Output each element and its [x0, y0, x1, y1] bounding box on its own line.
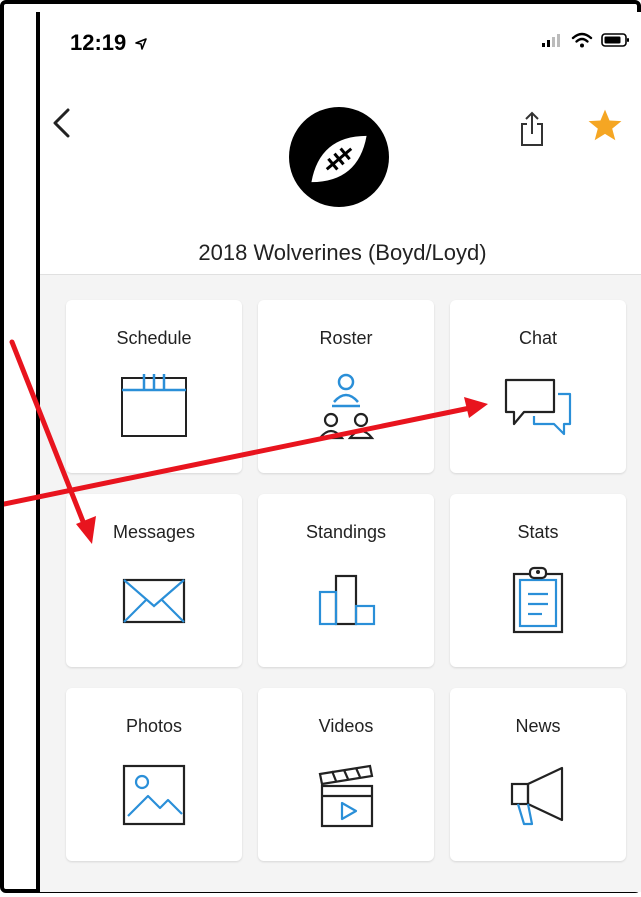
- tile-videos[interactable]: Videos: [258, 688, 434, 861]
- tile-standings[interactable]: Standings: [258, 494, 434, 667]
- back-chevron-icon[interactable]: [48, 106, 74, 140]
- tile-label-schedule: Schedule: [116, 328, 192, 348]
- tile-label-roster: Roster: [319, 328, 373, 348]
- team-name: 2018 Wolverines (Boyd/Loyd): [198, 240, 487, 265]
- tile-schedule[interactable]: Schedule: [66, 300, 242, 473]
- roster-icon: [317, 373, 375, 440]
- signal-icon: [542, 34, 560, 47]
- tile-label-chat: Chat: [518, 328, 558, 348]
- status-time: 12:19: [70, 30, 148, 56]
- share-icon[interactable]: [518, 110, 546, 148]
- tile-label-photos: Photos: [125, 716, 183, 736]
- tile-messages[interactable]: Messages: [66, 494, 242, 667]
- football-icon: [311, 135, 367, 183]
- team-logo: [289, 107, 389, 207]
- tile-label-videos: Videos: [318, 716, 374, 736]
- team-header: 12:19 2018 Wolverines (Boyd/Loyd): [40, 12, 641, 275]
- wifi-icon: [571, 32, 593, 48]
- status-icons: [541, 32, 631, 48]
- tile-label-news: News: [515, 716, 561, 736]
- megaphone-icon: [510, 766, 564, 826]
- chat-icon: [504, 378, 572, 436]
- tile-label-standings: Standings: [305, 522, 387, 542]
- tile-stats[interactable]: Stats: [450, 494, 626, 667]
- clapperboard-icon: [318, 764, 374, 828]
- favorite-star-icon[interactable]: [586, 108, 624, 144]
- clipboard-icon: [512, 566, 564, 634]
- tile-chat[interactable]: Chat: [450, 300, 626, 473]
- podium-icon: [318, 574, 376, 626]
- battery-icon: [601, 33, 629, 47]
- tile-photos[interactable]: Photos: [66, 688, 242, 861]
- phone-screen: 12:19 2018 Wolverines (Boyd/Loyd) Schedu…: [36, 12, 641, 892]
- tile-news[interactable]: News: [450, 688, 626, 861]
- tile-label-messages: Messages: [112, 522, 196, 542]
- calendar-icon: [121, 374, 187, 437]
- tile-roster[interactable]: Roster: [258, 300, 434, 473]
- tile-label-stats: Stats: [517, 522, 559, 542]
- location-arrow-icon: [135, 38, 148, 50]
- envelope-icon: [122, 578, 186, 624]
- screenshot-frame: 12:19 2018 Wolverines (Boyd/Loyd) Schedu…: [0, 0, 641, 893]
- photo-icon: [122, 764, 186, 826]
